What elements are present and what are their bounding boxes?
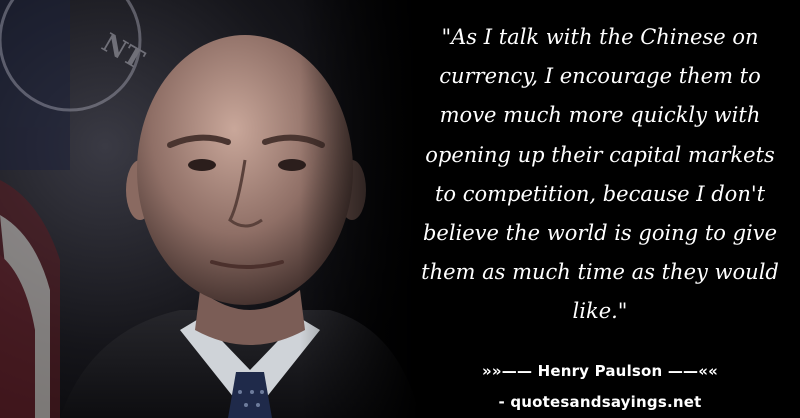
portrait-photo: NT [0,0,420,418]
quote-source: - quotesandsayings.net [498,393,702,411]
quote-author: »»—— Henry Paulson ——«« [481,362,719,380]
photo-fade-overlay [300,0,420,418]
quote-text: "As I talk with the Chinese on currency,… [421,25,779,324]
quote-panel: "As I talk with the Chinese on currency,… [410,18,790,332]
